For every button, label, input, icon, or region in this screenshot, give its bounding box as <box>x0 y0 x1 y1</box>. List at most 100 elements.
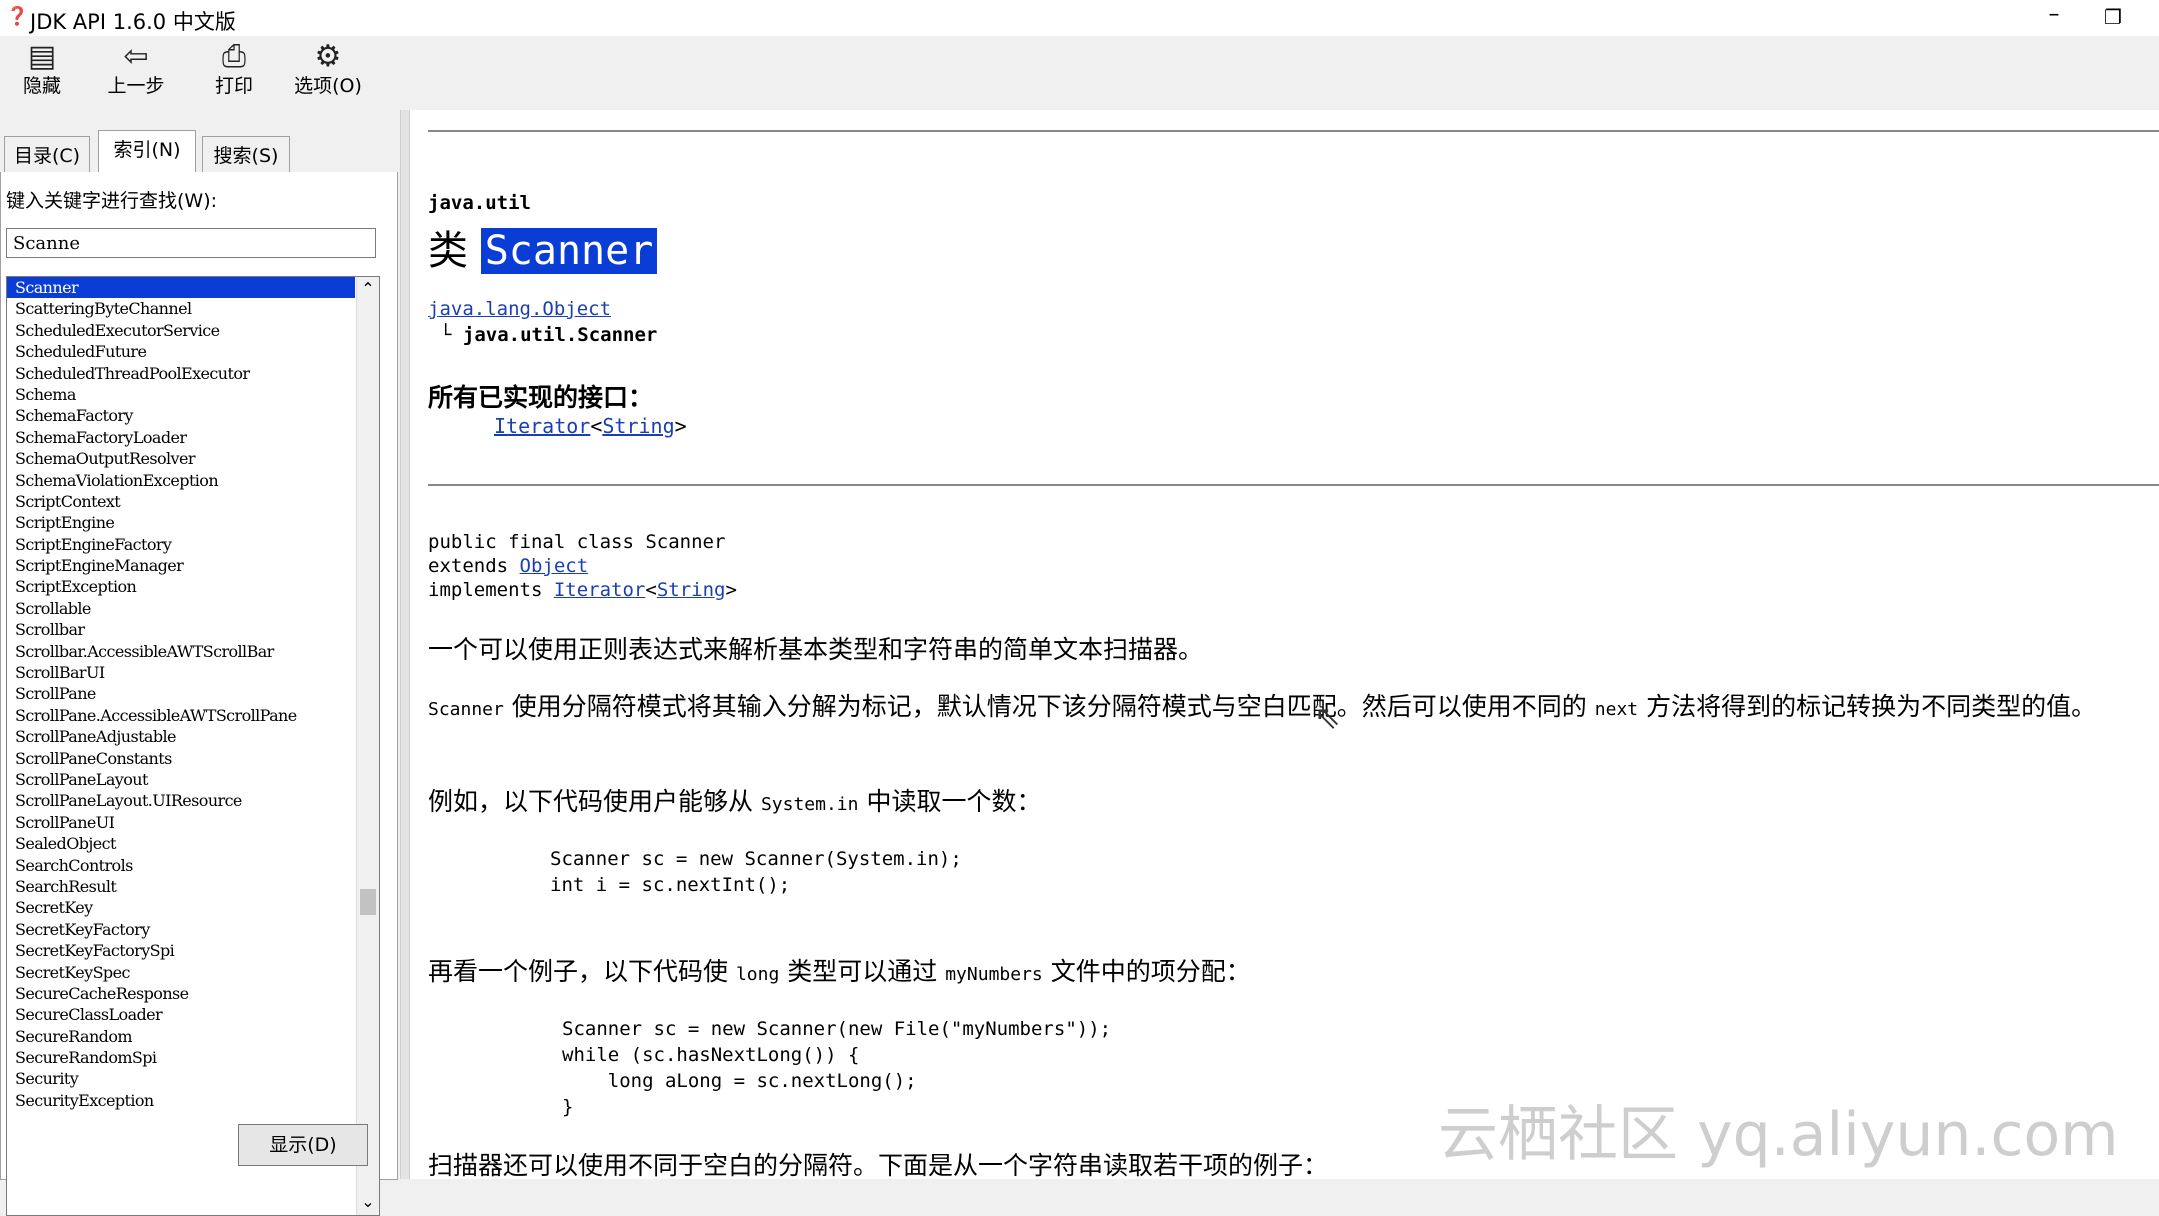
keyword-label: 键入关键字进行查找(W): <box>6 190 218 212</box>
list-item[interactable]: ScrollPaneUI <box>7 812 355 833</box>
list-item[interactable]: ScrollPaneConstants <box>7 748 355 769</box>
hide-label: 隐藏 <box>22 75 61 97</box>
para4-text-a: 再看一个例子，以下代码使 <box>428 957 736 986</box>
code2-line-3: long aLong = sc.nextLong(); <box>562 1070 917 1092</box>
keyword-input[interactable]: Scanne <box>6 228 376 258</box>
list-item[interactable]: Security <box>7 1068 355 1089</box>
list-item[interactable]: Scrollbar.AccessibleAWTScrollBar <box>7 641 355 662</box>
code-example-1: Scanner sc = new Scanner(System.in); int… <box>550 846 962 898</box>
maximize-button[interactable]: ❐ <box>2085 0 2141 36</box>
list-item[interactable]: SecureRandomSpi <box>7 1047 355 1068</box>
hide-pane-icon: ▤ <box>27 39 57 74</box>
decl-string-link[interactable]: String <box>657 579 726 601</box>
list-item[interactable]: ScheduledThreadPoolExecutor <box>7 363 355 384</box>
code2-line-2: while (sc.hasNextLong()) { <box>562 1044 860 1066</box>
code1-line-2: int i = sc.nextInt(); <box>550 874 791 896</box>
para4-text-c: 文件中的项分配： <box>1042 957 1251 986</box>
list-item[interactable]: ScriptEngine <box>7 512 355 533</box>
system-in-code: System.in <box>760 794 859 815</box>
para3-text-b: 中读取一个数： <box>858 787 1042 816</box>
iterator-link[interactable]: Iterator <box>494 414 590 438</box>
decl-line-3: implements Iterator<String> <box>428 579 737 601</box>
object-link[interactable]: Object <box>520 555 589 577</box>
list-item[interactable]: ScrollPaneLayout <box>7 769 355 790</box>
para2-text-a: 使用分隔符模式将其输入分解为标记，默认情况下该分隔符模式与空白匹配。然后可以使用… <box>503 692 1595 721</box>
index-list[interactable]: Scanner ScatteringByteChannel ScheduledExe… <box>6 276 380 1216</box>
list-item[interactable]: ScheduledFuture <box>7 341 355 362</box>
implemented-interfaces-heading: 所有已实现的接口： <box>428 383 654 412</box>
list-item[interactable]: ScriptEngineManager <box>7 555 355 576</box>
list-item[interactable]: SchemaOutputResolver <box>7 448 355 469</box>
para3-text-a: 例如，以下代码使用户能够从 <box>428 787 761 816</box>
list-item[interactable]: SecureClassLoader <box>7 1004 355 1025</box>
inheritance-parent: java.lang.Object <box>428 298 611 320</box>
list-item[interactable]: SearchResult <box>7 876 355 897</box>
list-item[interactable]: SchemaFactory <box>7 405 355 426</box>
code2-line-4: } <box>562 1096 574 1118</box>
list-item[interactable]: SchemaFactoryLoader <box>7 427 355 448</box>
scroll-thumb[interactable] <box>360 889 376 915</box>
decl-iterator-link[interactable]: Iterator <box>554 579 646 601</box>
package-name: java.util <box>428 192 531 214</box>
list-item[interactable]: ScrollBarUI <box>7 662 355 683</box>
list-item[interactable]: SecurityException <box>7 1090 355 1111</box>
toolbar: ▤ 隐藏 ⇦ 上一步 ⎙ 打印 ⚙ 选项(O) <box>0 36 2159 110</box>
list-item[interactable]: ScatteringByteChannel <box>7 298 355 319</box>
list-item[interactable]: SchemaViolationException <box>7 470 355 491</box>
back-arrow-icon: ⇦ <box>123 39 149 74</box>
list-item[interactable]: Scanner <box>7 277 355 299</box>
scroll-up-icon[interactable]: ⌃ <box>357 279 379 299</box>
tab-contents[interactable]: 目录(C) <box>4 136 90 175</box>
list-item[interactable]: SealedObject <box>7 833 355 854</box>
list-item[interactable]: ScheduledExecutorService <box>7 320 355 341</box>
string-link[interactable]: String <box>602 414 674 438</box>
index-list-items: Scanner ScatteringByteChannel ScheduledExe… <box>7 277 355 1111</box>
hide-button[interactable]: ▤ 隐藏 <box>4 40 80 106</box>
list-item[interactable]: ScrollPaneLayout.UIResource <box>7 790 355 811</box>
list-item[interactable]: Schema <box>7 384 355 405</box>
decl-line-1: public final class Scanner <box>428 531 726 553</box>
list-item[interactable]: SecretKeyFactory <box>7 919 355 940</box>
list-item[interactable]: SearchControls <box>7 855 355 876</box>
list-item[interactable]: SecureCacheResponse <box>7 983 355 1004</box>
scroll-down-icon[interactable]: ⌄ <box>357 1191 379 1213</box>
options-button[interactable]: ⚙ 选项(O) <box>290 40 366 106</box>
print-label: 打印 <box>214 75 253 97</box>
help-app-icon: ❓ <box>6 6 29 27</box>
class-title: 类 Scanner <box>428 218 658 276</box>
mynumbers-code: myNumbers <box>945 964 1043 985</box>
para4-text-b: 类型可以通过 <box>779 957 946 986</box>
list-item[interactable]: ScrollPaneAdjustable <box>7 726 355 747</box>
top-divider <box>428 130 2159 132</box>
index-list-scrollbar[interactable]: ⌃ ⌄ <box>356 277 379 1215</box>
decl-line-2: extends Object <box>428 554 737 578</box>
list-item[interactable]: ScriptException <box>7 576 355 597</box>
print-button[interactable]: ⎙ 打印 <box>196 40 272 106</box>
list-item[interactable]: ScriptContext <box>7 491 355 512</box>
list-item[interactable]: SecureRandom <box>7 1026 355 1047</box>
inheritance-child: └ java.util.Scanner <box>440 324 658 346</box>
options-icon: ⚙ <box>314 39 342 74</box>
list-item[interactable]: ScriptEngineFactory <box>7 534 355 555</box>
code1-line-1: Scanner sc = new Scanner(System.in); <box>550 848 962 870</box>
back-label: 上一步 <box>107 75 165 97</box>
list-item[interactable]: Scrollbar <box>7 619 355 640</box>
minimize-button[interactable]: – <box>2026 0 2082 36</box>
list-item[interactable]: Scrollable <box>7 598 355 619</box>
pane-splitter[interactable] <box>400 110 410 1179</box>
tab-search[interactable]: 搜索(S) <box>202 136 290 175</box>
show-button[interactable]: 显示(D) <box>238 1124 368 1166</box>
description-paragraph-4: 再看一个例子，以下代码使 long 类型可以通过 myNumbers 文件中的项… <box>428 952 1251 988</box>
implemented-interfaces: Iterator<String> <box>494 414 687 438</box>
list-item[interactable]: SecretKey <box>7 897 355 918</box>
list-item[interactable]: ScrollPane <box>7 683 355 704</box>
list-item[interactable]: SecretKeyFactorySpi <box>7 940 355 961</box>
decl-extends-keyword: extends <box>428 555 509 577</box>
tab-index[interactable]: 索引(N) <box>98 130 196 177</box>
parent-class-link[interactable]: java.lang.Object <box>428 298 611 320</box>
list-item[interactable]: SecretKeySpec <box>7 962 355 983</box>
list-item[interactable]: ScrollPane.AccessibleAWTScrollPane <box>7 705 355 726</box>
class-prefix: 类 <box>428 228 468 274</box>
description-paragraph-3: 例如，以下代码使用户能够从 System.in 中读取一个数： <box>428 782 1041 818</box>
back-button[interactable]: ⇦ 上一步 <box>98 40 174 106</box>
